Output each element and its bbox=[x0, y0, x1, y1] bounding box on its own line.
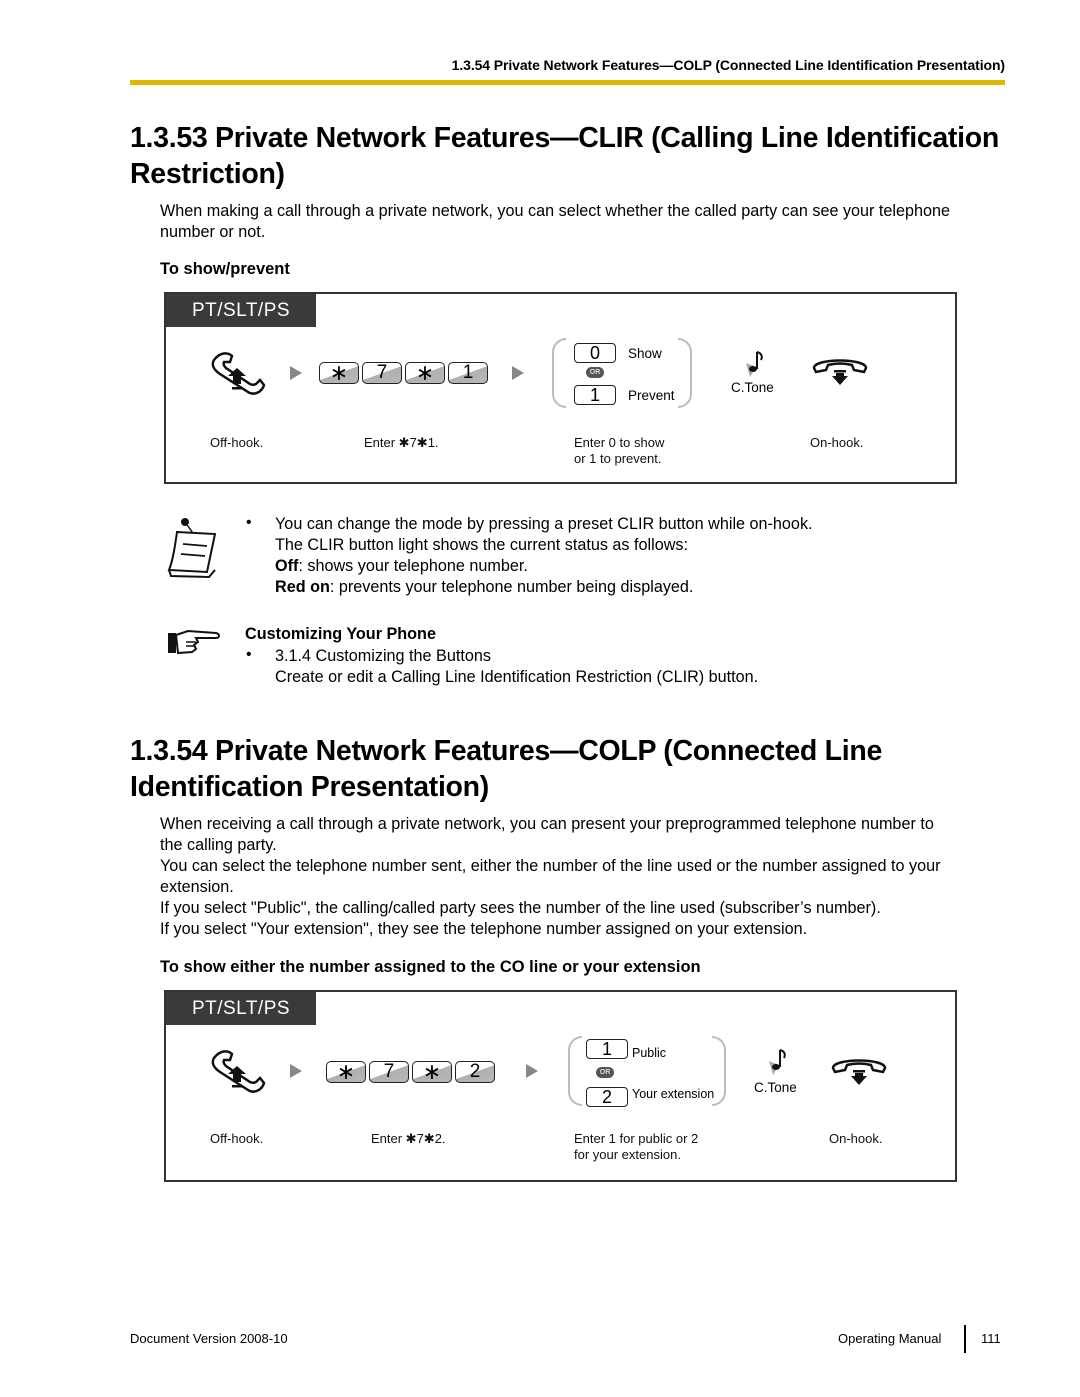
left-bracket bbox=[568, 1036, 582, 1106]
section-title-line: Restriction) bbox=[130, 158, 285, 190]
section-title-line: Identification Presentation) bbox=[130, 771, 489, 803]
bullet: • bbox=[246, 646, 252, 663]
paragraph-line: You can select the telephone number sent… bbox=[160, 857, 941, 875]
key-sequence: ∗ 7 ∗ 2 bbox=[326, 1061, 495, 1083]
choice-key-1: 1 bbox=[586, 1039, 628, 1059]
note-text: You can change the mode by pressing a pr… bbox=[275, 514, 813, 598]
bullet: • bbox=[246, 514, 252, 531]
note-line: The CLIR button light shows the current … bbox=[275, 536, 688, 554]
header-rule bbox=[130, 80, 1005, 85]
paragraph-line: extension. bbox=[160, 878, 234, 896]
intro-line: When making a call through a private net… bbox=[160, 202, 951, 220]
caption-on-hook: On-hook. bbox=[810, 435, 864, 450]
caption-line: Enter 1 for public or 2 bbox=[574, 1131, 699, 1146]
key-1: 1 bbox=[448, 362, 488, 384]
right-bracket bbox=[678, 338, 692, 408]
intro-line: number or not. bbox=[160, 223, 266, 241]
customizing-description: Create or edit a Calling Line Identifica… bbox=[275, 668, 759, 686]
choice-key-1: 1 bbox=[574, 385, 616, 405]
or-badge: OR bbox=[586, 367, 604, 378]
key-star: ∗ bbox=[326, 1061, 366, 1083]
caption-line: or 1 to prevent. bbox=[574, 451, 662, 466]
customizing-heading: Customizing Your Phone bbox=[245, 625, 436, 643]
or-badge: OR bbox=[596, 1067, 614, 1078]
ctone-label: C.Tone bbox=[754, 1080, 797, 1095]
choice-key-2: 2 bbox=[586, 1087, 628, 1107]
key-2: 2 bbox=[455, 1061, 495, 1083]
status-red-label: Red on bbox=[275, 578, 330, 596]
caption-enter-code: Enter ✱7✱2. bbox=[371, 1131, 446, 1146]
on-hook-icon bbox=[831, 1059, 887, 1085]
confirmation-tone-icon bbox=[769, 1049, 786, 1075]
key-star: ∗ bbox=[412, 1061, 452, 1083]
on-hook-icon bbox=[812, 359, 868, 385]
procedure-box-colp: PT/SLT/PS ∗ 7 ∗ 2 1 Public OR 2 Your ext… bbox=[164, 990, 957, 1182]
caption-line: for your extension. bbox=[574, 1147, 681, 1162]
step-arrow-icon bbox=[526, 1064, 538, 1078]
note-line: You can change the mode by pressing a pr… bbox=[275, 515, 813, 533]
right-bracket bbox=[712, 1036, 726, 1106]
status-off-text: : shows your telephone number. bbox=[298, 557, 528, 575]
note-line-red: Red on: prevents your telephone number b… bbox=[275, 577, 813, 598]
step-arrow-icon bbox=[290, 366, 302, 380]
note-icon bbox=[167, 518, 217, 579]
choice-key-0: 0 bbox=[574, 343, 616, 363]
choice-label-your-extension: Your extension bbox=[632, 1087, 715, 1101]
caption-off-hook: Off-hook. bbox=[210, 1131, 264, 1146]
choice-label-show: Show bbox=[628, 346, 662, 361]
customizing-link[interactable]: 3.1.4 Customizing the Buttons bbox=[275, 646, 758, 667]
customizing-text: 3.1.4 Customizing the Buttons Create or … bbox=[275, 646, 758, 688]
section-title-line: 1.3.53 Private Network Features—CLIR (Ca… bbox=[130, 122, 999, 154]
key-7: 7 bbox=[362, 362, 402, 384]
paragraph-line: If you select "Your extension", they see… bbox=[160, 920, 808, 938]
confirmation-tone-icon bbox=[746, 351, 763, 377]
paragraph-line: the calling party. bbox=[160, 836, 277, 854]
device-tab: PT/SLT/PS bbox=[166, 992, 316, 1025]
colp-intro: When receiving a call through a private … bbox=[160, 814, 1020, 940]
left-bracket bbox=[552, 338, 566, 408]
choice-label-prevent: Prevent bbox=[628, 388, 675, 403]
footer-divider bbox=[964, 1325, 966, 1353]
key-star: ∗ bbox=[319, 362, 359, 384]
caption-choice: Enter 1 for public or 2 for your extensi… bbox=[574, 1131, 698, 1163]
section-title-colp: 1.3.54 Private Network Features—COLP (Co… bbox=[130, 733, 1020, 805]
document-version: Document Version 2008-10 bbox=[130, 1331, 288, 1346]
caption-enter-code: Enter ✱7✱1. bbox=[364, 435, 439, 450]
pointing-hand-icon bbox=[168, 629, 220, 655]
step-arrow-icon bbox=[512, 366, 524, 380]
off-hook-icon bbox=[211, 1050, 266, 1093]
manual-name: Operating Manual bbox=[838, 1331, 942, 1346]
caption-choice: Enter 0 to show or 1 to prevent. bbox=[574, 435, 664, 467]
paragraph-line: When receiving a call through a private … bbox=[160, 815, 934, 833]
section-title-line: 1.3.54 Private Network Features—COLP (Co… bbox=[130, 735, 883, 767]
key-7: 7 bbox=[369, 1061, 409, 1083]
ctone-label: C.Tone bbox=[731, 380, 774, 395]
clir-intro: When making a call through a private net… bbox=[160, 201, 1020, 243]
status-red-text: : prevents your telephone number being d… bbox=[329, 578, 694, 596]
key-star: ∗ bbox=[405, 362, 445, 384]
running-header: 1.3.54 Private Network Features—COLP (Co… bbox=[451, 57, 1005, 73]
device-tab: PT/SLT/PS bbox=[166, 294, 316, 327]
caption-on-hook: On-hook. bbox=[829, 1131, 883, 1146]
paragraph-line: If you select "Public", the calling/call… bbox=[160, 899, 881, 917]
subheading-show-prevent: To show/prevent bbox=[160, 260, 290, 278]
status-off-label: Off bbox=[275, 557, 299, 575]
key-sequence: ∗ 7 ∗ 1 bbox=[319, 362, 488, 384]
procedure-box-clir: PT/SLT/PS ∗ 7 ∗ 1 0 Show OR 1 Prevent C.… bbox=[164, 292, 957, 484]
choice-label-public: Public bbox=[632, 1046, 667, 1060]
note-line-off: Off: shows your telephone number. bbox=[275, 556, 813, 577]
caption-line: Enter 0 to show bbox=[574, 435, 665, 450]
caption-off-hook: Off-hook. bbox=[210, 435, 264, 450]
section-title-clir: 1.3.53 Private Network Features—CLIR (Ca… bbox=[130, 120, 1020, 192]
step-arrow-icon bbox=[290, 1064, 302, 1078]
page-number: 111 bbox=[981, 1331, 1001, 1346]
off-hook-icon bbox=[211, 352, 266, 395]
subheading-colp: To show either the number assigned to th… bbox=[160, 958, 701, 976]
